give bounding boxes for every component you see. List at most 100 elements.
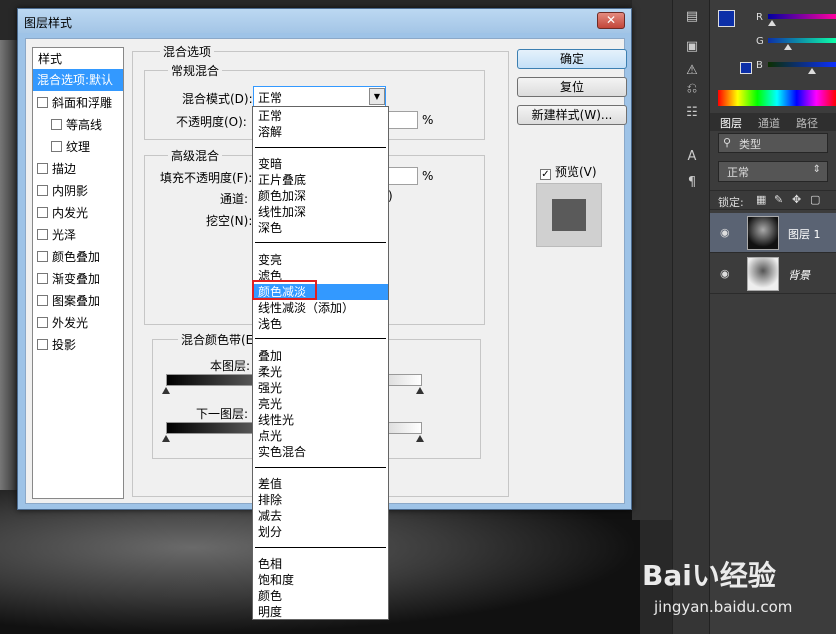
- layer-row-layer1[interactable]: ◉ 图层 1: [710, 213, 836, 253]
- style-item-inner-glow[interactable]: 内发光: [33, 202, 123, 224]
- lock-position-icon[interactable]: ✥: [792, 193, 801, 206]
- adjust-icon[interactable]: ☷: [683, 104, 701, 122]
- color-spectrum[interactable]: [718, 90, 836, 106]
- tab-channels[interactable]: 通道: [758, 115, 780, 131]
- style-item-blending-options[interactable]: 混合选项:默认: [33, 69, 123, 91]
- layer-thumbnail: [747, 257, 779, 291]
- checkbox[interactable]: [37, 97, 48, 108]
- style-item-pattern-overlay[interactable]: 图案叠加: [33, 290, 123, 312]
- r-slider-knob[interactable]: [768, 20, 776, 26]
- blend-option[interactable]: 线性光: [253, 412, 388, 428]
- layer-row-background[interactable]: ◉ 背景: [710, 254, 836, 294]
- style-item-stroke[interactable]: 描边: [33, 158, 123, 180]
- blend-option[interactable]: 明度: [253, 604, 388, 620]
- g-slider-knob[interactable]: [784, 44, 792, 50]
- ok-button[interactable]: 确定: [517, 49, 627, 69]
- chevron-down-icon[interactable]: ▼: [369, 88, 385, 105]
- blend-option[interactable]: 点光: [253, 428, 388, 444]
- blend-option[interactable]: 颜色: [253, 588, 388, 604]
- fill-opacity-input[interactable]: [386, 167, 418, 185]
- dialog-title: 图层样式: [24, 16, 73, 30]
- blend-option[interactable]: 减去: [253, 508, 388, 524]
- style-item-inner-shadow[interactable]: 内阴影: [33, 180, 123, 202]
- blend-option[interactable]: 实色混合: [253, 444, 388, 460]
- checkbox[interactable]: [37, 229, 48, 240]
- visibility-eye-icon[interactable]: ◉: [720, 226, 730, 239]
- character-icon[interactable]: A: [683, 148, 701, 166]
- blend-option[interactable]: 划分: [253, 524, 388, 540]
- tab-paths[interactable]: 路径: [796, 115, 818, 131]
- style-item-contour[interactable]: 等高线: [33, 114, 123, 136]
- blend-option[interactable]: 正片叠底: [253, 172, 388, 188]
- checkbox[interactable]: [37, 339, 48, 350]
- style-item-color-overlay[interactable]: 颜色叠加: [33, 246, 123, 268]
- layer-kind-filter[interactable]: ⚲ 类型: [718, 133, 828, 153]
- checkbox[interactable]: [51, 141, 62, 152]
- lock-all-icon[interactable]: ▢: [810, 193, 820, 206]
- foreground-color-swatch[interactable]: [718, 10, 735, 27]
- blend-option[interactable]: 变暗: [253, 156, 388, 172]
- b-slider[interactable]: [768, 62, 836, 67]
- underlying-white-slider[interactable]: [416, 435, 424, 442]
- blend-option[interactable]: 线性减淡（添加）: [253, 300, 388, 316]
- checkbox[interactable]: [37, 163, 48, 174]
- style-item-label: 纹理: [66, 140, 91, 154]
- dialog-titlebar[interactable]: 图层样式 ✕: [18, 9, 631, 33]
- blend-option[interactable]: 柔光: [253, 364, 388, 380]
- checkbox[interactable]: [37, 317, 48, 328]
- checkbox[interactable]: [51, 119, 62, 130]
- blend-option[interactable]: 叠加: [253, 348, 388, 364]
- style-item-outer-glow[interactable]: 外发光: [33, 312, 123, 334]
- checkbox[interactable]: [37, 251, 48, 262]
- checkbox[interactable]: [37, 207, 48, 218]
- g-slider[interactable]: [768, 38, 836, 43]
- blend-option[interactable]: 色相: [253, 556, 388, 572]
- style-item-satin[interactable]: 光泽: [33, 224, 123, 246]
- checkbox[interactable]: [37, 295, 48, 306]
- reset-button[interactable]: 复位: [517, 77, 627, 97]
- style-item-gradient-overlay[interactable]: 渐变叠加: [33, 268, 123, 290]
- visibility-eye-icon[interactable]: ◉: [720, 267, 730, 280]
- blend-option[interactable]: 正常: [253, 108, 388, 124]
- blend-option[interactable]: 线性加深: [253, 204, 388, 220]
- layer-thumbnail: [747, 216, 779, 250]
- paragraph-icon[interactable]: ¶: [683, 174, 701, 192]
- blend-option[interactable]: 差值: [253, 476, 388, 492]
- blend-option[interactable]: 溶解: [253, 124, 388, 140]
- blend-option[interactable]: 变亮: [253, 252, 388, 268]
- checkbox[interactable]: [37, 185, 48, 196]
- blend-option[interactable]: 深色: [253, 220, 388, 236]
- style-item-drop-shadow[interactable]: 投影: [33, 334, 123, 356]
- this-layer-black-slider[interactable]: [162, 387, 170, 394]
- preview-swatch-inner: [552, 199, 586, 231]
- r-slider[interactable]: [768, 14, 836, 19]
- blend-option[interactable]: 颜色加深: [253, 188, 388, 204]
- layer-blend-mode-select[interactable]: 正常 ⇕: [718, 161, 828, 182]
- style-item-bevel[interactable]: 斜面和浮雕: [33, 92, 123, 114]
- lock-transparency-icon[interactable]: ▦: [756, 193, 766, 206]
- gamut-color-swatch[interactable]: [740, 62, 752, 74]
- blend-mode-select[interactable]: 正常: [253, 86, 386, 107]
- opacity-input[interactable]: [386, 111, 418, 129]
- blend-option[interactable]: 饱和度: [253, 572, 388, 588]
- lock-paint-icon[interactable]: ✎: [774, 193, 783, 206]
- preview-checkbox-row[interactable]: ✓ 预览(V): [540, 163, 597, 180]
- blend-option[interactable]: 排除: [253, 492, 388, 508]
- brush-icon[interactable]: ⎌: [683, 80, 701, 98]
- b-slider-knob[interactable]: [808, 68, 816, 74]
- info-icon[interactable]: ⚠: [683, 62, 701, 80]
- styles-header[interactable]: 样式: [38, 50, 62, 67]
- blend-option[interactable]: 强光: [253, 380, 388, 396]
- blend-option[interactable]: 亮光: [253, 396, 388, 412]
- properties-icon[interactable]: ▣: [683, 38, 701, 56]
- new-style-button[interactable]: 新建样式(W)...: [517, 105, 627, 125]
- close-button[interactable]: ✕: [597, 12, 625, 29]
- blend-option[interactable]: 浅色: [253, 316, 388, 332]
- style-item-texture[interactable]: 纹理: [33, 136, 123, 158]
- this-layer-white-slider[interactable]: [416, 387, 424, 394]
- history-icon[interactable]: ▤: [683, 8, 701, 26]
- tab-layers[interactable]: 图层: [720, 115, 742, 131]
- preview-checkbox[interactable]: ✓: [540, 169, 551, 180]
- checkbox[interactable]: [37, 273, 48, 284]
- underlying-black-slider[interactable]: [162, 435, 170, 442]
